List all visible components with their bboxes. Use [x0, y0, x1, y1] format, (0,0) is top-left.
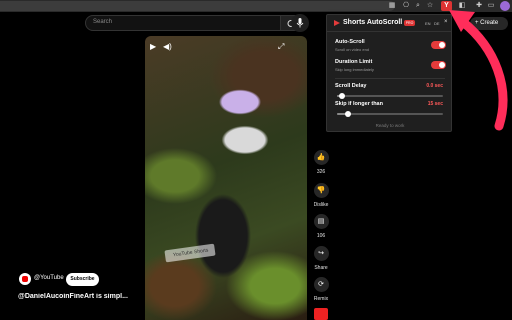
comment-count: 106 [316, 233, 326, 239]
auto-scroll-title: Auto-Scroll [335, 39, 365, 45]
comment-icon: ▤ [313, 214, 329, 229]
remix-label: Remix [313, 296, 329, 302]
browser-toolbar: ▦ ⎔ ⌕ ☆ Y ◧ ✚ ▭ [0, 0, 512, 12]
language-en[interactable]: EN [425, 21, 431, 26]
language-de[interactable]: DE [434, 21, 440, 26]
status-text: Ready to work [375, 123, 405, 128]
address-bar[interactable] [0, 1, 395, 11]
bookmark-star-icon[interactable]: ☆ [426, 2, 434, 10]
auto-scroll-setting: Auto-Scroll Scroll on video end [335, 39, 369, 52]
search-input[interactable]: Search [85, 15, 281, 31]
channel-avatar[interactable] [19, 273, 31, 285]
auto-scroll-toggle[interactable] [431, 41, 446, 49]
divider [335, 78, 445, 79]
fullscreen-icon[interactable]: ⤢ [278, 42, 284, 52]
share-label: Share [314, 265, 328, 271]
popup-header: Shorts AutoScroll PRO EN DE × [327, 15, 451, 32]
skip-longer-slider[interactable] [337, 111, 443, 117]
pro-badge: PRO [404, 20, 415, 26]
skip-longer-value: 15 sec [427, 101, 443, 107]
shorts-video-player[interactable] [145, 36, 307, 320]
dislike-button[interactable]: 👎 Dislike [311, 183, 331, 208]
remix-button[interactable]: ⟳ Remix [311, 277, 331, 302]
video-title[interactable]: @DanielAucoinFineArt is simpl... [18, 293, 144, 300]
comments-button[interactable]: ▤ 106 [311, 214, 331, 239]
like-icon: 👍 [313, 150, 329, 165]
subscribe-button[interactable]: Subscribe [66, 273, 99, 286]
play-icon[interactable]: ▶ [150, 42, 156, 51]
shorts-autoscroll-popup: Shorts AutoScroll PRO EN DE × Auto-Scrol… [326, 14, 452, 132]
duration-limit-title: Duration Limit [335, 59, 373, 65]
zoom-icon[interactable]: ⌕ [414, 2, 422, 10]
dislike-label: Dislike [313, 202, 329, 208]
pointer-arrow-icon [449, 10, 508, 131]
scroll-delay-slider[interactable] [337, 93, 443, 99]
skip-longer-title: Skip if longer than [335, 101, 383, 107]
volume-icon[interactable]: ◀) [163, 42, 172, 51]
share-button[interactable]: ↪ Share [311, 246, 331, 271]
auto-scroll-desc: Scroll on video end [335, 47, 370, 52]
sound-thumbnail[interactable] [314, 308, 328, 320]
voice-search-button[interactable] [291, 14, 309, 32]
duration-limit-toggle[interactable] [431, 61, 446, 69]
share-icon: ↪ [313, 246, 329, 261]
popup-title: Shorts AutoScroll [343, 19, 403, 26]
like-count: 326 [316, 169, 326, 175]
scroll-delay-title: Scroll Delay [335, 83, 367, 89]
apps-icon[interactable]: ▦ [388, 2, 396, 10]
search-placeholder: Search [93, 19, 113, 25]
scroll-delay-value: 0.0 sec [426, 83, 443, 89]
like-button[interactable]: 👍 326 [311, 150, 331, 175]
channel-handle[interactable]: @YouTube [34, 275, 64, 281]
video-controls: ▶ ◀) ⤢ [150, 42, 300, 52]
duration-limit-desc: Skip long immediately [335, 67, 374, 72]
skip-longer-thumb[interactable] [344, 111, 351, 117]
dislike-icon: 👎 [313, 183, 329, 198]
remix-icon: ⟳ [313, 277, 329, 292]
duration-limit-setting: Duration Limit Skip long immediately [335, 59, 374, 72]
translate-icon[interactable]: ⎔ [402, 2, 410, 10]
play-logo-icon [334, 20, 340, 26]
microphone-icon [296, 18, 304, 28]
scroll-delay-thumb[interactable] [339, 93, 346, 99]
